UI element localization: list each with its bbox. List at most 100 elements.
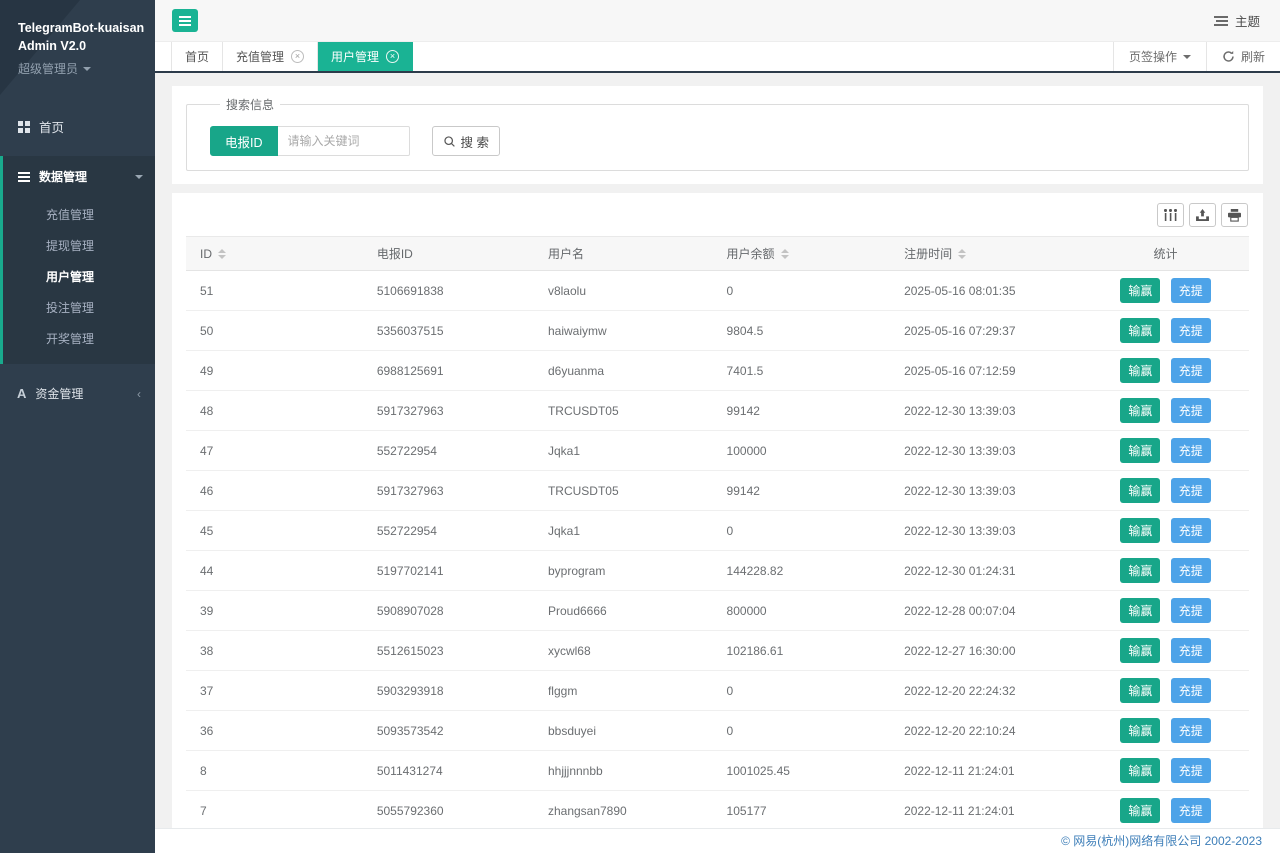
recharge-withdraw-button[interactable]: 充提 — [1170, 478, 1211, 503]
col-header-balance[interactable]: 用户余额 — [718, 236, 897, 271]
chevron-down-icon — [1182, 54, 1191, 59]
recharge-withdraw-button[interactable]: 充提 — [1170, 798, 1211, 823]
win-lose-button[interactable]: 输赢 — [1120, 318, 1161, 343]
keyword-input[interactable] — [277, 126, 410, 156]
recharge-withdraw-button[interactable]: 充提 — [1170, 398, 1211, 423]
cell-reg-time: 2025-05-16 08:01:35 — [896, 270, 1083, 311]
cell-username: zhangsan7890 — [539, 790, 719, 828]
sidebar-item-bet-mgmt[interactable]: 投注管理 — [3, 292, 155, 323]
cell-telegram-id: 5917327963 — [368, 470, 540, 511]
recharge-withdraw-button[interactable]: 充提 — [1170, 438, 1211, 463]
recharge-withdraw-button[interactable]: 充提 — [1170, 518, 1211, 543]
sidebar-item-lottery-mgmt[interactable]: 开奖管理 — [3, 323, 155, 354]
table-row: 50 5356037515 haiwaiymw 9804.5 2025-05-1… — [186, 310, 1249, 351]
field-select-button[interactable]: 电报ID — [210, 126, 278, 156]
win-lose-button[interactable]: 输赢 — [1120, 558, 1161, 583]
print-icon — [1228, 208, 1241, 222]
tab-operations-dropdown[interactable]: 页签操作 — [1112, 42, 1206, 71]
columns-button[interactable] — [1157, 203, 1184, 227]
win-lose-button[interactable]: 输赢 — [1120, 278, 1161, 303]
recharge-withdraw-button[interactable]: 充提 — [1170, 638, 1211, 663]
win-lose-button[interactable]: 输赢 — [1120, 478, 1161, 503]
sidebar-group-data-header[interactable]: 数据管理 — [3, 156, 155, 197]
tab-user-label: 用户管理 — [331, 50, 380, 64]
cell-telegram-id: 5903293918 — [368, 670, 540, 711]
cell-id: 36 — [186, 710, 369, 751]
win-lose-button[interactable]: 输赢 — [1120, 598, 1161, 623]
users-table: ID 电报ID 用户名 用户余额 注册时间 统计 51 5106691838 v… — [186, 236, 1249, 828]
sidebar-item-withdraw-mgmt[interactable]: 提现管理 — [3, 230, 155, 261]
cell-reg-time: 2022-12-28 00:07:04 — [896, 590, 1083, 631]
export-icon — [1196, 209, 1209, 221]
cell-id: 48 — [186, 390, 369, 431]
recharge-withdraw-button[interactable]: 充提 — [1170, 558, 1211, 583]
win-lose-button[interactable]: 输赢 — [1120, 758, 1161, 783]
close-icon[interactable] — [291, 50, 305, 63]
cell-balance: 99142 — [718, 390, 897, 431]
cell-username: Proud6666 — [539, 590, 719, 631]
sidebar-item-recharge-mgmt[interactable]: 充值管理 — [3, 199, 155, 230]
win-lose-button[interactable]: 输赢 — [1120, 358, 1161, 383]
cell-telegram-id: 5106691838 — [368, 270, 540, 311]
content-area: 搜索信息 电报ID 搜 索 — [155, 73, 1280, 828]
export-button[interactable] — [1189, 203, 1216, 227]
cell-actions: 输赢 充提 — [1082, 470, 1249, 511]
search-button[interactable]: 搜 索 — [431, 126, 500, 156]
table-row: 45 552722954 Jqka1 0 2022-12-30 13:39:03… — [186, 510, 1249, 551]
win-lose-button[interactable]: 输赢 — [1120, 518, 1161, 543]
print-button[interactable] — [1221, 203, 1248, 227]
copyright-link[interactable]: © 网易(杭州)网络有限公司 2002-2023 — [1061, 834, 1262, 848]
sort-icon[interactable] — [781, 249, 789, 259]
tab-recharge-mgmt[interactable]: 充值管理 — [223, 42, 319, 71]
cell-telegram-id: 5512615023 — [368, 630, 540, 671]
user-role-dropdown[interactable]: 超级管理员 — [18, 60, 147, 77]
col-header-reg-time[interactable]: 注册时间 — [896, 236, 1083, 271]
main-area: 主题 首页 充值管理 用户管理 页签操作 刷新 — [155, 0, 1280, 853]
sort-icon[interactable] — [958, 249, 966, 259]
cell-actions: 输赢 充提 — [1082, 270, 1249, 311]
sidebar-item-user-mgmt[interactable]: 用户管理 — [3, 261, 155, 292]
recharge-withdraw-button[interactable]: 充提 — [1170, 318, 1211, 343]
sidebar-toggle-button[interactable] — [172, 9, 198, 32]
table-body: 51 5106691838 v8laolu 0 2025-05-16 08:01… — [186, 270, 1249, 828]
cell-actions: 输赢 充提 — [1082, 310, 1249, 351]
cell-telegram-id: 5055792360 — [368, 790, 540, 828]
theme-button[interactable]: 主题 — [1213, 11, 1260, 30]
theme-icon — [1213, 15, 1228, 26]
cell-reg-time: 2022-12-11 21:24:01 — [896, 750, 1083, 791]
theme-label: 主题 — [1234, 15, 1260, 29]
recharge-withdraw-button[interactable]: 充提 — [1170, 678, 1211, 703]
cell-reg-time: 2025-05-16 07:12:59 — [896, 350, 1083, 391]
cell-id: 37 — [186, 670, 369, 711]
refresh-button[interactable]: 刷新 — [1205, 42, 1280, 71]
recharge-withdraw-button[interactable]: 充提 — [1170, 278, 1211, 303]
win-lose-button[interactable]: 输赢 — [1120, 638, 1161, 663]
cell-id: 49 — [186, 350, 369, 391]
chevron-left-icon — [137, 387, 141, 401]
cell-telegram-id: 5917327963 — [368, 390, 540, 431]
recharge-withdraw-button[interactable]: 充提 — [1170, 758, 1211, 783]
win-lose-button[interactable]: 输赢 — [1120, 398, 1161, 423]
cell-username: bbsduyei — [539, 710, 719, 751]
cell-actions: 输赢 充提 — [1082, 430, 1249, 471]
search-legend: 搜索信息 — [226, 98, 275, 112]
sidebar-item-home[interactable]: 首页 — [0, 105, 155, 148]
col-header-id[interactable]: ID — [186, 236, 369, 271]
sort-icon[interactable] — [218, 249, 226, 259]
win-lose-button[interactable]: 输赢 — [1120, 718, 1161, 743]
win-lose-button[interactable]: 输赢 — [1120, 798, 1161, 823]
cell-reg-time: 2022-12-11 21:24:01 — [896, 790, 1083, 828]
win-lose-button[interactable]: 输赢 — [1120, 438, 1161, 463]
recharge-withdraw-button[interactable]: 充提 — [1170, 718, 1211, 743]
recharge-withdraw-button[interactable]: 充提 — [1170, 598, 1211, 623]
win-lose-button[interactable]: 输赢 — [1120, 678, 1161, 703]
cell-id: 8 — [186, 750, 369, 791]
cell-id: 44 — [186, 550, 369, 591]
tab-user-mgmt[interactable]: 用户管理 — [318, 42, 414, 71]
sidebar-item-home-label: 首页 — [39, 121, 65, 135]
cell-balance: 99142 — [718, 470, 897, 511]
recharge-withdraw-button[interactable]: 充提 — [1170, 358, 1211, 383]
close-icon[interactable] — [386, 50, 400, 63]
tab-home[interactable]: 首页 — [171, 42, 224, 71]
sidebar-group-funds[interactable]: A 资金管理 — [0, 372, 155, 415]
